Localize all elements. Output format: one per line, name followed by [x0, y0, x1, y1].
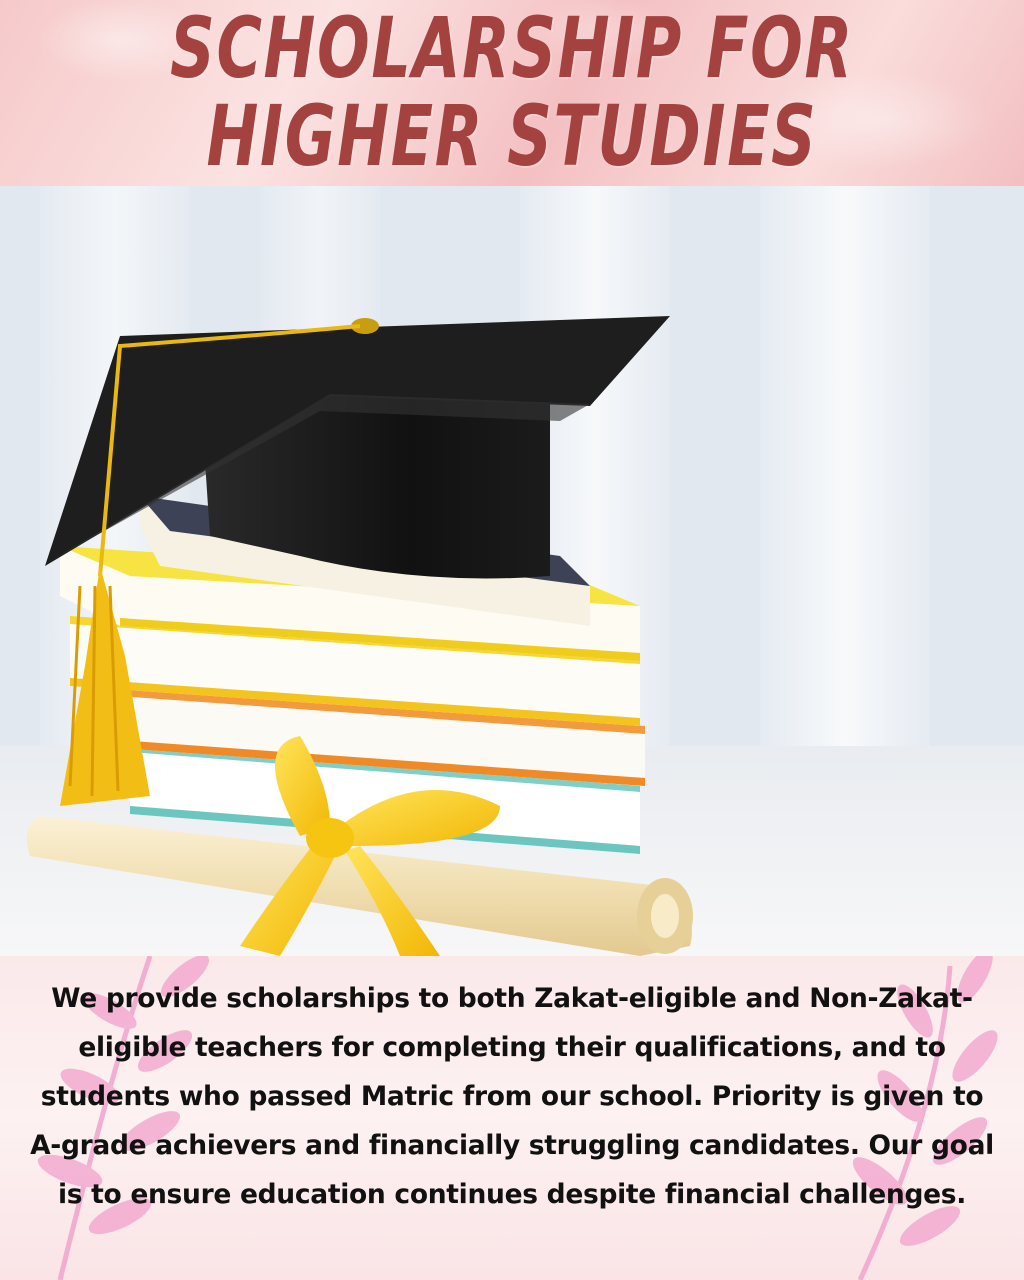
- title-line-2: HIGHER STUDIES: [206, 87, 818, 185]
- graduation-illustration: [0, 186, 1024, 956]
- description-paragraph: We provide scholarships to both Zakat-el…: [30, 983, 994, 1210]
- scholarship-poster: SCHOLARSHIP FOR HIGHER STUDIES We provid…: [0, 0, 1024, 1280]
- title-line-1: SCHOLARSHIP FOR: [170, 0, 854, 97]
- header-banner: SCHOLARSHIP FOR HIGHER STUDIES: [0, 0, 1024, 186]
- graduation-photo: [0, 186, 1024, 956]
- description-band: We provide scholarships to both Zakat-el…: [0, 956, 1024, 1280]
